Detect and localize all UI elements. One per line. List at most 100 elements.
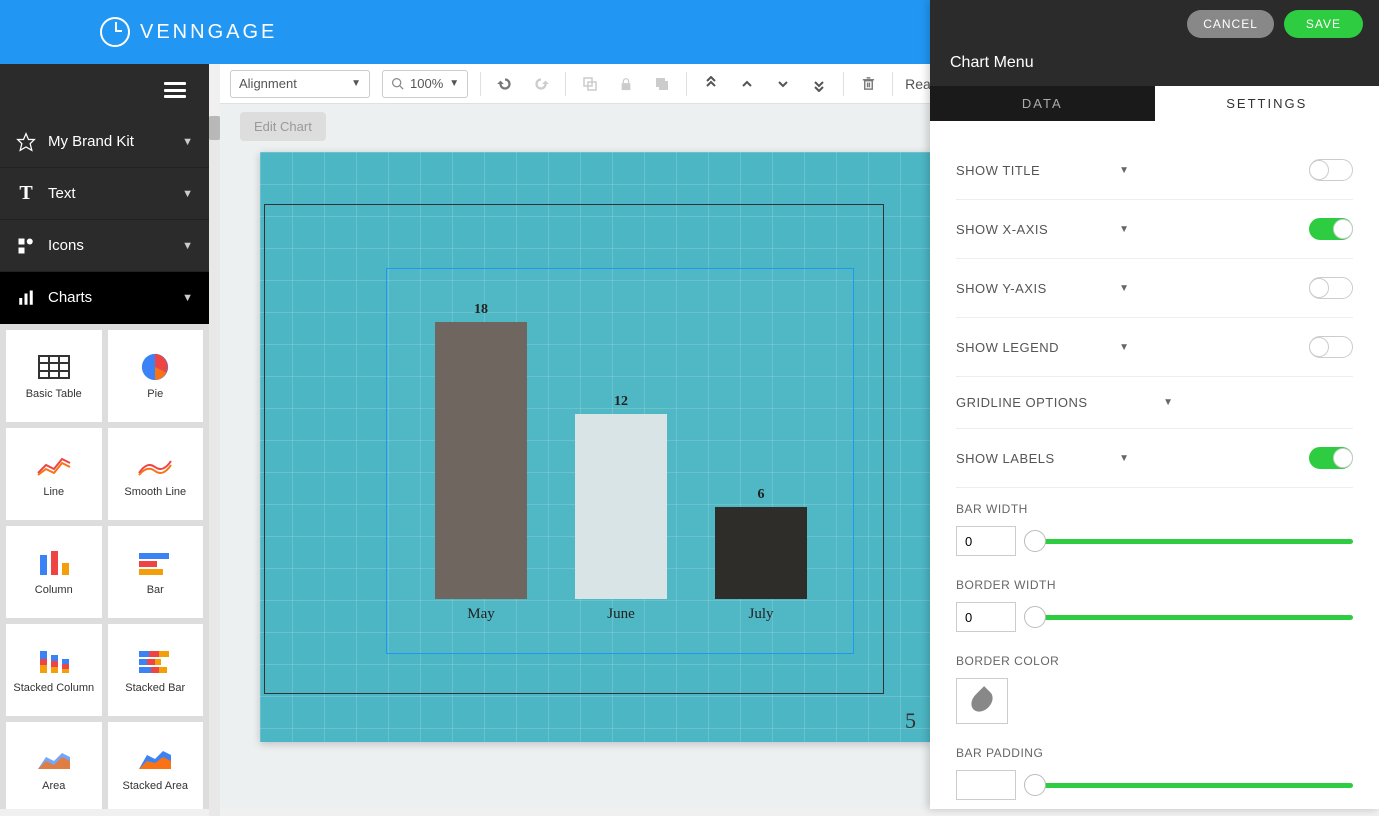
panel-actions: CANCEL SAVE	[930, 0, 1379, 48]
sidebar-item-icons[interactable]: Icons ▼	[0, 220, 209, 272]
undo-button[interactable]	[493, 72, 517, 96]
bar-july: 6 July	[715, 507, 807, 599]
chart-menu-panel: CANCEL SAVE Chart Menu DATA SETTINGS SHO…	[930, 0, 1379, 809]
chevron-down-icon: ▼	[1119, 453, 1129, 464]
bar-padding-slider[interactable]	[1030, 783, 1353, 788]
alignment-select[interactable]: Alignment ▼	[230, 70, 370, 98]
chevron-down-icon: ▼	[1119, 165, 1129, 176]
tab-settings[interactable]: SETTINGS	[1155, 86, 1379, 121]
brand-name: VENNGAGE	[140, 21, 277, 44]
bar-width-section: BAR WIDTH	[956, 488, 1353, 564]
sidebar-item-charts[interactable]: Charts ▼	[0, 272, 209, 324]
logo[interactable]: VENNGAGE	[100, 17, 277, 47]
chart-tile-pie[interactable]: Pie	[108, 330, 204, 422]
pie-icon	[137, 352, 173, 382]
chart-tile-line[interactable]: Line	[6, 428, 102, 520]
copy-button	[650, 72, 674, 96]
chart-tile-area[interactable]: Area	[6, 722, 102, 809]
canvas-area[interactable]: Edit Chart 18 May 12 June 6 July 5	[220, 104, 930, 809]
send-back-button[interactable]	[807, 72, 831, 96]
toggle-show-x-axis[interactable]	[1309, 218, 1353, 240]
shapes-icon	[16, 236, 36, 256]
chevron-down-icon: ▼	[1119, 342, 1129, 353]
sidebar-item-label: Icons	[48, 237, 170, 254]
text-icon: T	[16, 184, 36, 204]
column-icon	[36, 548, 72, 578]
border-width-section: BORDER WIDTH	[956, 564, 1353, 640]
bar-icon	[137, 548, 173, 578]
send-backward-button[interactable]	[771, 72, 795, 96]
search-icon	[391, 77, 404, 90]
sidebar-item-label: Text	[48, 185, 170, 202]
smooth-line-icon	[137, 450, 173, 480]
bar-june: 12 June	[575, 414, 667, 599]
chart-tile-basic-table[interactable]: Basic Table	[6, 330, 102, 422]
hamburger-icon[interactable]	[164, 82, 186, 98]
zoom-select[interactable]: 100% ▼	[382, 70, 468, 98]
sidebar-item-text[interactable]: T Text ▼	[0, 168, 209, 220]
border-color-section: BORDER COLOR	[956, 640, 1353, 732]
chevron-down-icon: ▼	[182, 136, 193, 148]
bring-front-button[interactable]	[699, 72, 723, 96]
toggle-show-legend[interactable]	[1309, 336, 1353, 358]
hamburger-row	[0, 64, 209, 116]
bring-forward-button[interactable]	[735, 72, 759, 96]
chevron-down-icon: ▼	[449, 78, 459, 89]
chevron-down-icon: ▼	[1119, 224, 1129, 235]
lock-button	[614, 72, 638, 96]
droplet-icon	[967, 686, 997, 716]
chart-types-grid: Basic Table Pie Line Smooth Line Column …	[0, 324, 209, 809]
page-number: 5	[905, 708, 916, 734]
chart-tile-column[interactable]: Column	[6, 526, 102, 618]
toggle-show-y-axis[interactable]	[1309, 277, 1353, 299]
setting-show-labels[interactable]: SHOW LABELS ▼	[956, 429, 1353, 488]
border-width-input[interactable]	[956, 602, 1016, 632]
setting-show-x-axis[interactable]: SHOW X-AXIS ▼	[956, 200, 1353, 259]
table-icon	[36, 352, 72, 382]
chart-tile-stacked-column[interactable]: Stacked Column	[6, 624, 102, 716]
bar-width-input[interactable]	[956, 526, 1016, 556]
tab-data[interactable]: DATA	[930, 86, 1155, 121]
delete-button[interactable]	[856, 72, 880, 96]
chart-tile-stacked-area[interactable]: Stacked Area	[108, 722, 204, 809]
bar-width-slider[interactable]	[1030, 539, 1353, 544]
stacked-column-icon	[36, 646, 72, 676]
setting-show-title[interactable]: SHOW TITLE ▼	[956, 141, 1353, 200]
panel-title: Chart Menu	[930, 48, 1379, 86]
setting-show-legend[interactable]: SHOW LEGEND ▼	[956, 318, 1353, 377]
star-icon	[16, 132, 36, 152]
chevron-down-icon: ▼	[1163, 397, 1173, 408]
toggle-show-labels[interactable]	[1309, 447, 1353, 469]
border-color-swatch[interactable]	[956, 678, 1008, 724]
sidebar-scrollbar[interactable]	[209, 116, 220, 816]
bar-may: 18 May	[435, 322, 527, 599]
chart-tile-bar[interactable]: Bar	[108, 526, 204, 618]
bar-chart-icon	[16, 288, 36, 308]
bar-padding-section: BAR PADDING	[956, 732, 1353, 808]
panel-body: SHOW TITLE ▼ SHOW X-AXIS ▼ SHOW Y-AXIS ▼…	[930, 121, 1379, 809]
chart-tile-stacked-bar[interactable]: Stacked Bar	[108, 624, 204, 716]
design-page[interactable]: 18 May 12 June 6 July 5	[260, 152, 930, 742]
chevron-down-icon: ▼	[351, 78, 361, 89]
panel-tabs: DATA SETTINGS	[930, 86, 1379, 121]
clock-logo-icon	[100, 17, 130, 47]
save-button[interactable]: SAVE	[1284, 10, 1363, 38]
stacked-bar-icon	[137, 646, 173, 676]
sidebar-item-label: My Brand Kit	[48, 133, 170, 150]
toggle-show-title[interactable]	[1309, 159, 1353, 181]
bar-padding-input[interactable]	[956, 770, 1016, 800]
chevron-down-icon: ▼	[182, 240, 193, 252]
area-icon	[36, 744, 72, 774]
chart-tile-smooth-line[interactable]: Smooth Line	[108, 428, 204, 520]
sidebar-item-brand-kit[interactable]: My Brand Kit ▼	[0, 116, 209, 168]
border-width-slider[interactable]	[1030, 615, 1353, 620]
group-button	[578, 72, 602, 96]
redo-button	[529, 72, 553, 96]
setting-show-y-axis[interactable]: SHOW Y-AXIS ▼	[956, 259, 1353, 318]
sidebar-item-label: Charts	[48, 289, 170, 306]
left-sidebar: My Brand Kit ▼ T Text ▼ Icons ▼ Charts ▼…	[0, 64, 209, 809]
setting-gridline-options[interactable]: GRIDLINE OPTIONS ▼	[956, 377, 1353, 429]
chevron-down-icon: ▼	[1119, 283, 1129, 294]
cancel-button[interactable]: CANCEL	[1187, 10, 1274, 38]
chart-selection[interactable]: 18 May 12 June 6 July	[386, 268, 854, 654]
